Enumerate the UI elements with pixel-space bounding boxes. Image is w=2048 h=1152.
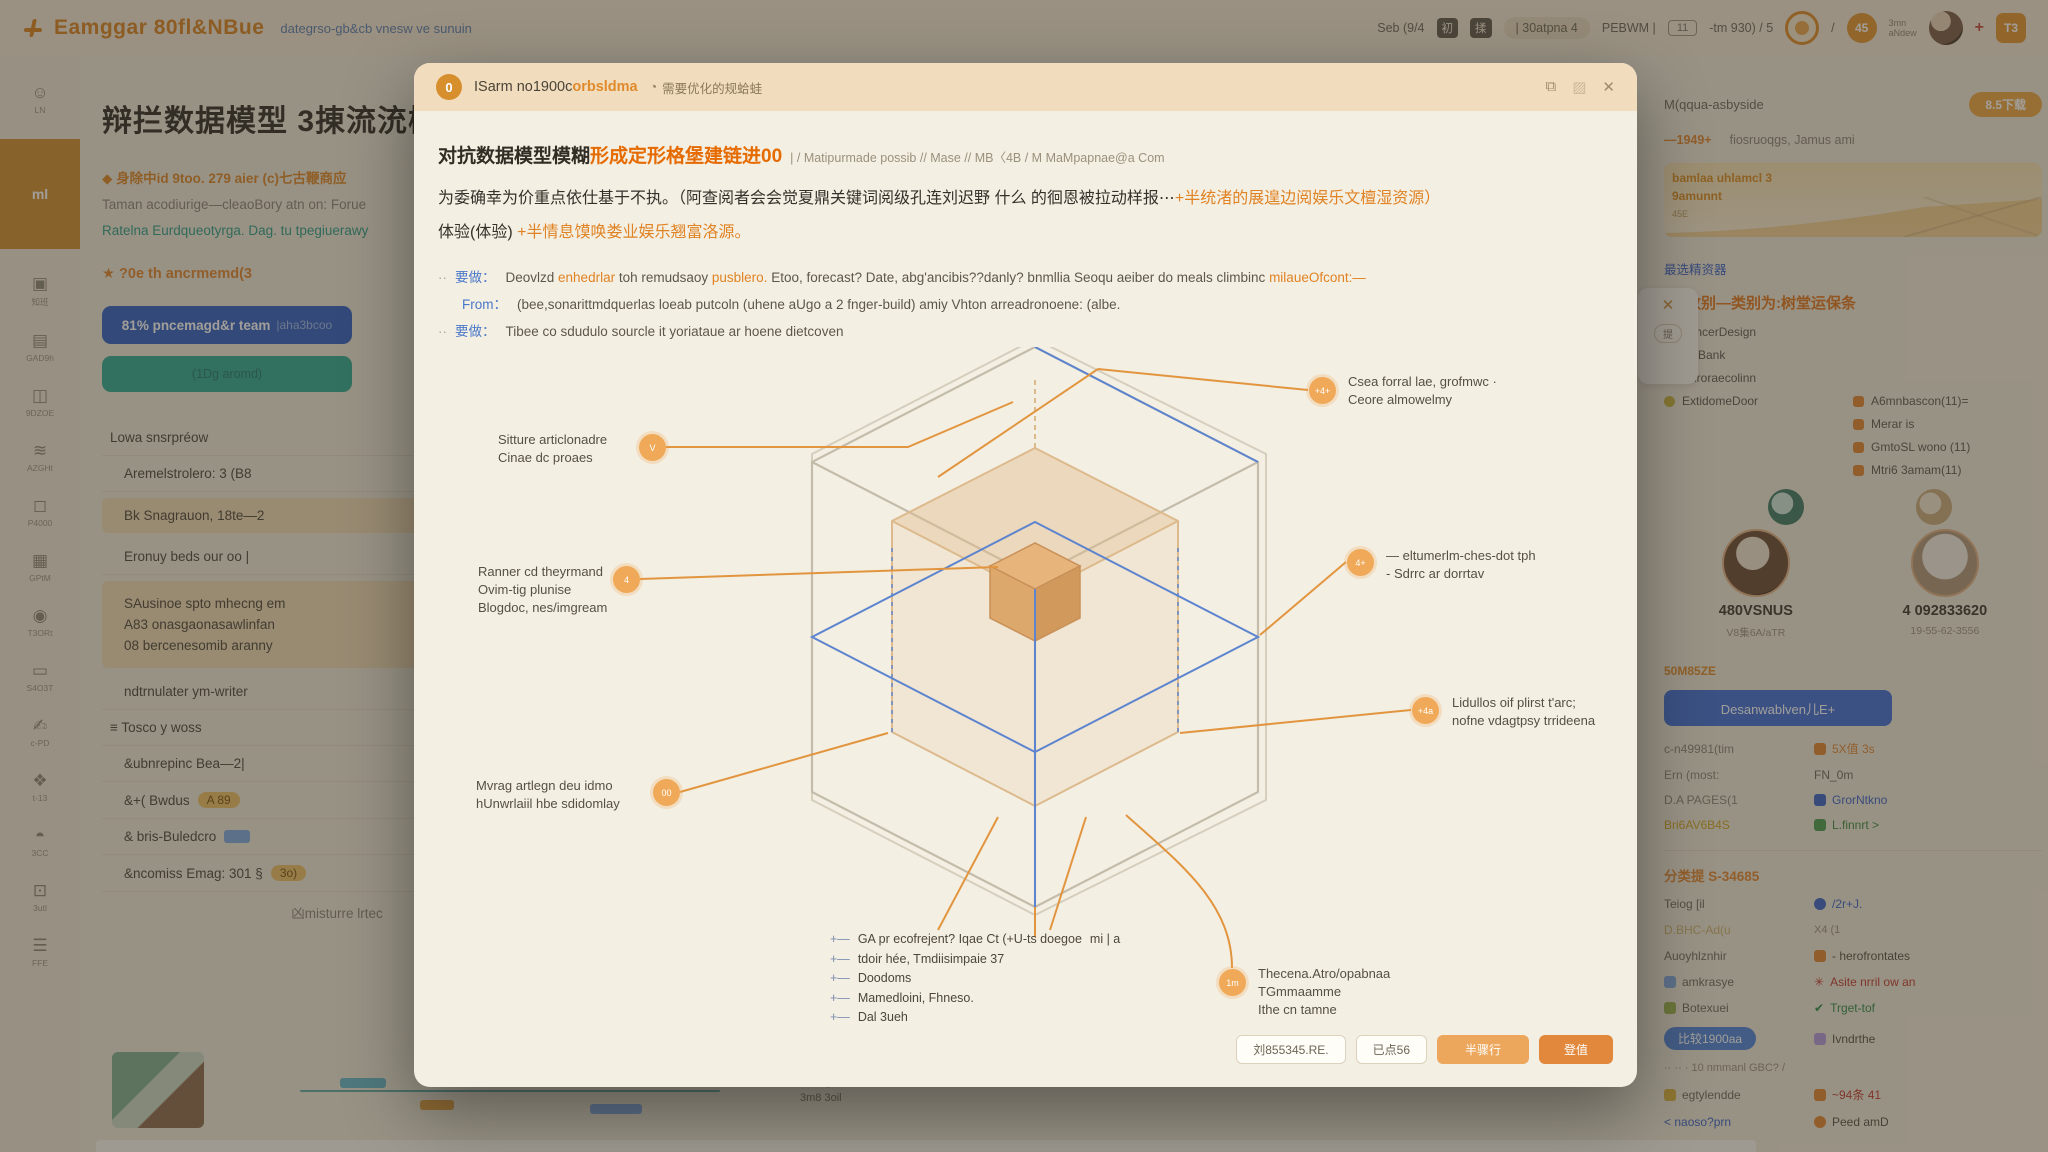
window-icon[interactable]: ▨ (1572, 78, 1586, 96)
dialog-badge-icon: 0 (436, 74, 462, 100)
diagram-legend-list: +— GA pr ecofrejent? Iqae Ct (+U-ts doeg… (820, 930, 1130, 1028)
dialog-paragraph: 为委确幸为价重点依仕基于不执。（阿查阅者会会觉夏鼎关键词阅级孔连刘迟野 什么 的… (438, 182, 1613, 250)
annotation-marker[interactable]: V (639, 434, 666, 461)
bullet-row: From：(bee,sonarittmdquerlas loeab putcol… (438, 291, 1613, 318)
dialog-header: 0 ISarm no1900corbsldma ◔ 需要优化的规蛤蛙 ⧉ ▨ ✕ (414, 63, 1637, 111)
annotation: Mvrag artlegn deu idmohUnwrlaiil hbe sdi… (476, 777, 666, 813)
bullet-row: ··要做：Deovlzd enhedrlar toh remudsaoy pus… (438, 264, 1613, 291)
annotation-marker[interactable]: 00 (653, 779, 680, 806)
dialog-header-icons: ⧉ ▨ ✕ (1546, 78, 1615, 96)
confirm-button[interactable]: 登值 (1539, 1035, 1613, 1064)
legend-item[interactable]: +— Mamedloini, Fhneso. (820, 989, 1130, 1009)
annotation-marker[interactable]: +4+ (1309, 377, 1336, 404)
annotation-marker[interactable]: 1m (1219, 969, 1246, 996)
copy-icon[interactable]: ⧉ (1546, 78, 1557, 96)
dialog-footer-buttons: 刘855345.RE. 已点56 半骤行 登值 (1236, 1035, 1613, 1064)
dialog-title: ISarm no1900corbsldma (474, 79, 638, 95)
dialog-heading: 对抗数据模型模糊形成定形格堡建链进00| / Matipurmade possi… (438, 141, 1613, 168)
legend-item[interactable]: +— Doodoms (820, 969, 1130, 989)
annotation-marker[interactable]: 4 (613, 566, 640, 593)
annotation: Thecena.Atro/opabnaaTGmmaammeIthe cn tam… (1258, 965, 1458, 1019)
annotation-marker[interactable]: +4a (1412, 697, 1439, 724)
cube-diagram: Sitture articlonadreCinae dc proaes V Ra… (438, 347, 1613, 1087)
annotation: Sitture articlonadreCinae dc proaes (498, 431, 648, 467)
close-icon[interactable]: ✕ (1602, 78, 1615, 96)
legend-item[interactable]: +— GA pr ecofrejent? Iqae Ct (+U-ts doeg… (820, 930, 1130, 950)
legend-item[interactable]: +— Dal 3ueh (820, 1008, 1130, 1028)
dialog-subtitle: ◔ 需要优化的规蛤蛙 (650, 78, 763, 97)
annotation: Csea forral lae, grofmwc ·Ceore almowelm… (1348, 373, 1548, 409)
confirm-light-button[interactable]: 半骤行 (1437, 1035, 1529, 1064)
dialog-body: 对抗数据模型模糊形成定形格堡建链进00| / Matipurmade possi… (414, 111, 1637, 1087)
ghost-button-1[interactable]: 刘855345.RE. (1236, 1035, 1345, 1064)
annotation: — eltumerlm-ches-dot tph- Sdrrc ar dorrt… (1386, 547, 1596, 583)
dialog-bullets: ··要做：Deovlzd enhedrlar toh remudsaoy pus… (438, 264, 1613, 345)
ghost-button-2[interactable]: 已点56 (1356, 1035, 1427, 1064)
legend-item[interactable]: +— tdoir hée, Tmdiisimpaie 37 (820, 950, 1130, 970)
annotation-marker[interactable]: 4+ (1347, 549, 1374, 576)
annotation: Lidullos oif plirst t'arc;nofne vdagtpsy… (1452, 694, 1622, 730)
clock-icon: ◔ (650, 80, 658, 94)
dialog: 0 ISarm no1900corbsldma ◔ 需要优化的规蛤蛙 ⧉ ▨ ✕… (414, 63, 1637, 1087)
bullet-row: ··要做：Tibee co sdudulo sourcle it yoriata… (438, 318, 1613, 345)
